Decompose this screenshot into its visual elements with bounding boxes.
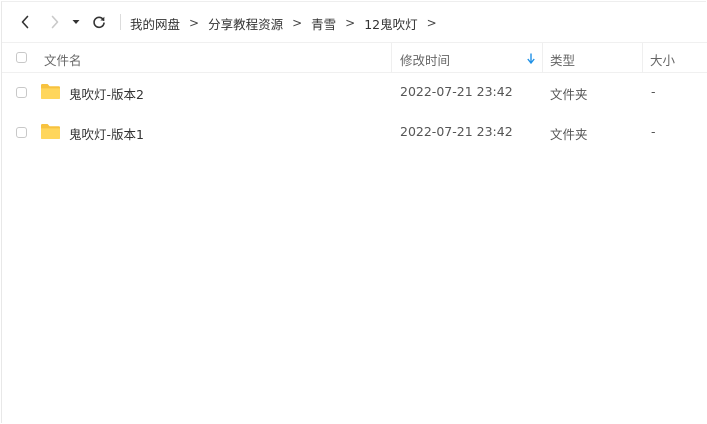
header-name[interactable]: 文件名 [44,50,82,69]
empty-list-area [2,153,707,423]
file-size: - [651,84,656,99]
file-modified: 2022-07-21 23:42 [400,84,513,99]
row-checkbox[interactable] [16,127,27,138]
breadcrumb-item-root[interactable]: 我的网盘 [130,14,180,33]
breadcrumb-item-qingxue[interactable]: 青雪 [311,14,336,33]
navigation-bar: 我的网盘 > 分享教程资源 > 青雪 > 12鬼吹灯 > [2,2,707,42]
file-type: 文件夹 [550,127,588,142]
back-button[interactable] [16,13,34,31]
folder-icon [41,124,60,139]
header-modified[interactable]: 修改时间 [400,50,450,69]
column-resize-handle[interactable] [391,43,392,73]
history-dropdown-button[interactable] [69,13,83,31]
breadcrumb: 我的网盘 > 分享教程资源 > 青雪 > 12鬼吹灯 > [130,14,446,32]
folder-icon [41,84,60,99]
forward-button[interactable] [46,13,64,31]
breadcrumb-item-share[interactable]: 分享教程资源 [208,14,283,33]
column-resize-handle[interactable] [642,43,643,73]
table-header: 文件名 修改时间 类型 大小 [2,42,707,73]
table-row[interactable]: 鬼吹灯-版本2 2022-07-21 23:42 文件夹 - [2,73,707,113]
chevron-right-icon [51,15,59,29]
file-size: - [651,124,656,139]
file-modified: 2022-07-21 23:42 [400,124,513,139]
file-name[interactable]: 鬼吹灯-版本2 [69,84,144,103]
sort-down-arrow-icon[interactable] [527,53,535,64]
column-resize-handle[interactable] [542,43,543,73]
breadcrumb-separator: > [292,16,303,30]
refresh-button[interactable] [90,13,108,31]
breadcrumb-item-current[interactable]: 12鬼吹灯 [364,14,417,33]
nav-divider [120,14,121,30]
breadcrumb-separator: > [189,16,200,30]
row-checkbox[interactable] [16,87,27,98]
refresh-icon [93,16,105,29]
breadcrumb-separator: > [345,16,356,30]
header-type[interactable]: 类型 [550,50,575,69]
file-type: 文件夹 [550,87,588,102]
caret-down-icon [72,20,80,24]
select-all-checkbox[interactable] [16,52,27,63]
header-size[interactable]: 大小 [650,50,675,69]
file-browser-window: 我的网盘 > 分享教程资源 > 青雪 > 12鬼吹灯 > 文件名 修改时间 类型… [1,1,707,423]
table-row[interactable]: 鬼吹灯-版本1 2022-07-21 23:42 文件夹 - [2,113,707,153]
chevron-left-icon [21,15,29,29]
file-name[interactable]: 鬼吹灯-版本1 [69,124,144,143]
breadcrumb-separator[interactable]: > [427,16,437,30]
